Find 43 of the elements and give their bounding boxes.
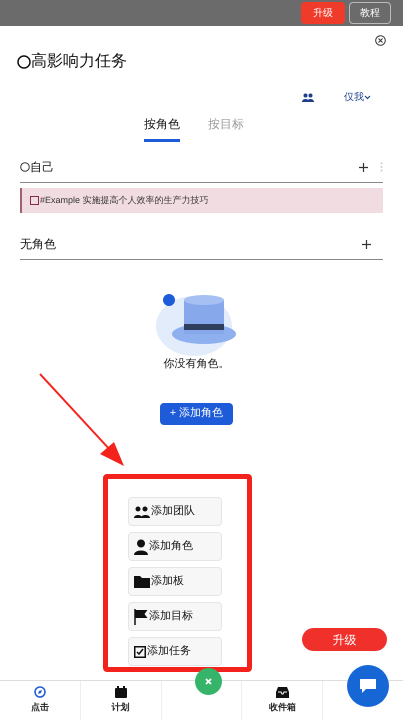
section-title: 自己 [30, 159, 54, 176]
tab[interactable]: 按角色 [144, 115, 180, 142]
upgrade-pill[interactable]: 升级 [302, 628, 387, 651]
menu-item[interactable]: 添加角色 [128, 532, 222, 561]
section-title: 无角色 [20, 236, 56, 253]
nav-item[interactable]: 收件箱 [242, 681, 324, 720]
nav-item[interactable]: 点击 [0, 681, 81, 720]
calendar-icon [114, 686, 127, 698]
upgrade-button[interactable]: 升级 [301, 2, 345, 24]
task-row[interactable]: #Example 实施提高个人效率的生产力技巧 [20, 188, 383, 213]
nav-label: 计划 [112, 701, 130, 714]
page-title: 高影响力任务 [31, 52, 127, 72]
tutorial-button[interactable]: 教程 [349, 2, 391, 24]
menu-item[interactable]: 添加任务 [128, 637, 222, 666]
close-fab[interactable] [195, 668, 222, 695]
task-text: #Example 实施提高个人效率的生产力技巧 [40, 194, 209, 207]
person-icon [134, 538, 148, 554]
menu-item[interactable]: 添加板 [128, 567, 222, 596]
add-icon[interactable] [362, 240, 371, 248]
menu-item[interactable]: 添加团队 [128, 497, 222, 526]
chat-icon [359, 678, 377, 694]
nav-label: 收件箱 [268, 700, 296, 714]
menu-item[interactable]: 添加目标 [128, 602, 222, 631]
circle-icon[interactable] [17, 55, 31, 69]
nav-label: 点击 [30, 701, 49, 714]
circle-icon[interactable] [20, 162, 30, 172]
close-icon[interactable] [375, 35, 386, 46]
people-icon [134, 506, 150, 518]
inbox-icon [276, 686, 289, 698]
checkbox[interactable] [30, 196, 39, 205]
people-icon[interactable] [302, 93, 314, 102]
empty-message: 你没有角色。 [164, 357, 230, 372]
filter-dropdown[interactable]: 仅我 [344, 90, 371, 105]
chat-button[interactable] [347, 665, 389, 707]
add-role-button[interactable]: + 添加角色 [160, 402, 234, 424]
add-icon[interactable] [359, 162, 368, 172]
nav-item[interactable]: 计划 [80, 681, 162, 720]
folder-icon [134, 575, 150, 588]
flag-icon [134, 608, 148, 624]
compass-icon [34, 686, 46, 698]
checkbox-icon [134, 646, 146, 658]
close-icon [205, 678, 212, 685]
chevron-down-icon [364, 95, 371, 100]
